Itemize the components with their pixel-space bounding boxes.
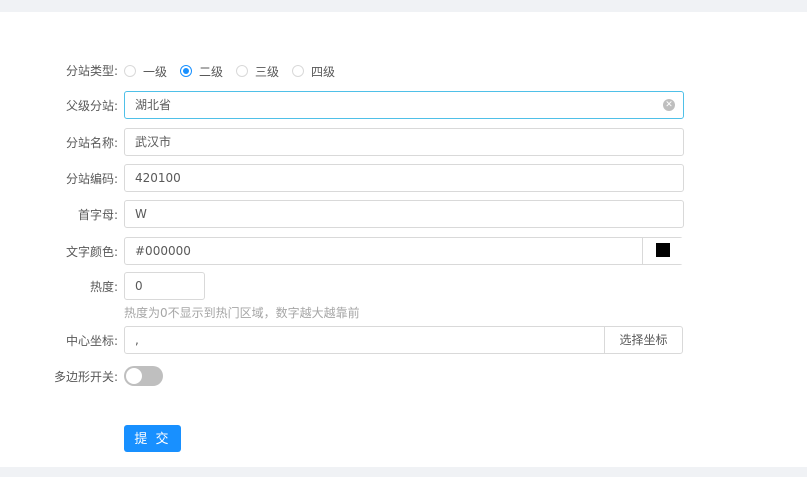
name-label: 分站名称:: [65, 136, 118, 150]
circle-close-icon[interactable]: ✕: [663, 99, 675, 111]
code-input[interactable]: 420100: [124, 164, 684, 192]
color-input-value: #000000: [135, 244, 191, 258]
name-input[interactable]: 武汉市: [124, 128, 684, 156]
radio-circle-checked[interactable]: [180, 65, 193, 77]
initial-label: 首字母:: [77, 208, 118, 222]
radio-circle[interactable]: [292, 65, 305, 77]
radio-circle[interactable]: [236, 65, 249, 77]
color-label: 文字颜色:: [65, 245, 118, 259]
polygon-switch[interactable]: [124, 366, 163, 386]
switch-knob[interactable]: [126, 368, 142, 384]
hot-input[interactable]: 0: [124, 272, 205, 300]
parent-select-value: 湖北省: [135, 98, 172, 112]
hot-helper-text: 热度为0不显示到热门区域，数字越大越靠前: [124, 306, 360, 320]
color-swatch: [656, 243, 670, 257]
radio-label: 三级: [255, 64, 280, 79]
select-coordinate-button[interactable]: 选择坐标: [604, 326, 683, 354]
type-radio-group: 一级 二级 三级 四级: [124, 63, 348, 79]
code-label: 分站编码:: [65, 172, 118, 186]
center-label: 中心坐标:: [65, 334, 118, 348]
parent-label: 父级分站:: [65, 99, 118, 113]
radio-level-2[interactable]: 二级: [180, 63, 223, 80]
center-input[interactable]: ,: [124, 326, 605, 354]
submit-button[interactable]: 提 交: [124, 425, 181, 452]
radio-circle[interactable]: [124, 65, 136, 77]
type-label: 分站类型:: [65, 64, 118, 78]
polygon-label: 多边形开关:: [53, 370, 118, 384]
radio-level-4[interactable]: 四级: [292, 63, 335, 80]
radio-label: 一级: [143, 64, 168, 79]
hot-label: 热度:: [89, 280, 118, 294]
color-input[interactable]: #000000: [124, 237, 683, 265]
radio-level-1[interactable]: 一级: [124, 63, 167, 80]
color-picker-button[interactable]: [642, 238, 683, 264]
radio-label: 四级: [311, 64, 336, 79]
parent-select[interactable]: 湖北省 ✕: [124, 91, 684, 119]
radio-level-3[interactable]: 三级: [236, 63, 279, 80]
radio-label: 二级: [199, 64, 224, 79]
initial-input[interactable]: W: [124, 200, 684, 228]
